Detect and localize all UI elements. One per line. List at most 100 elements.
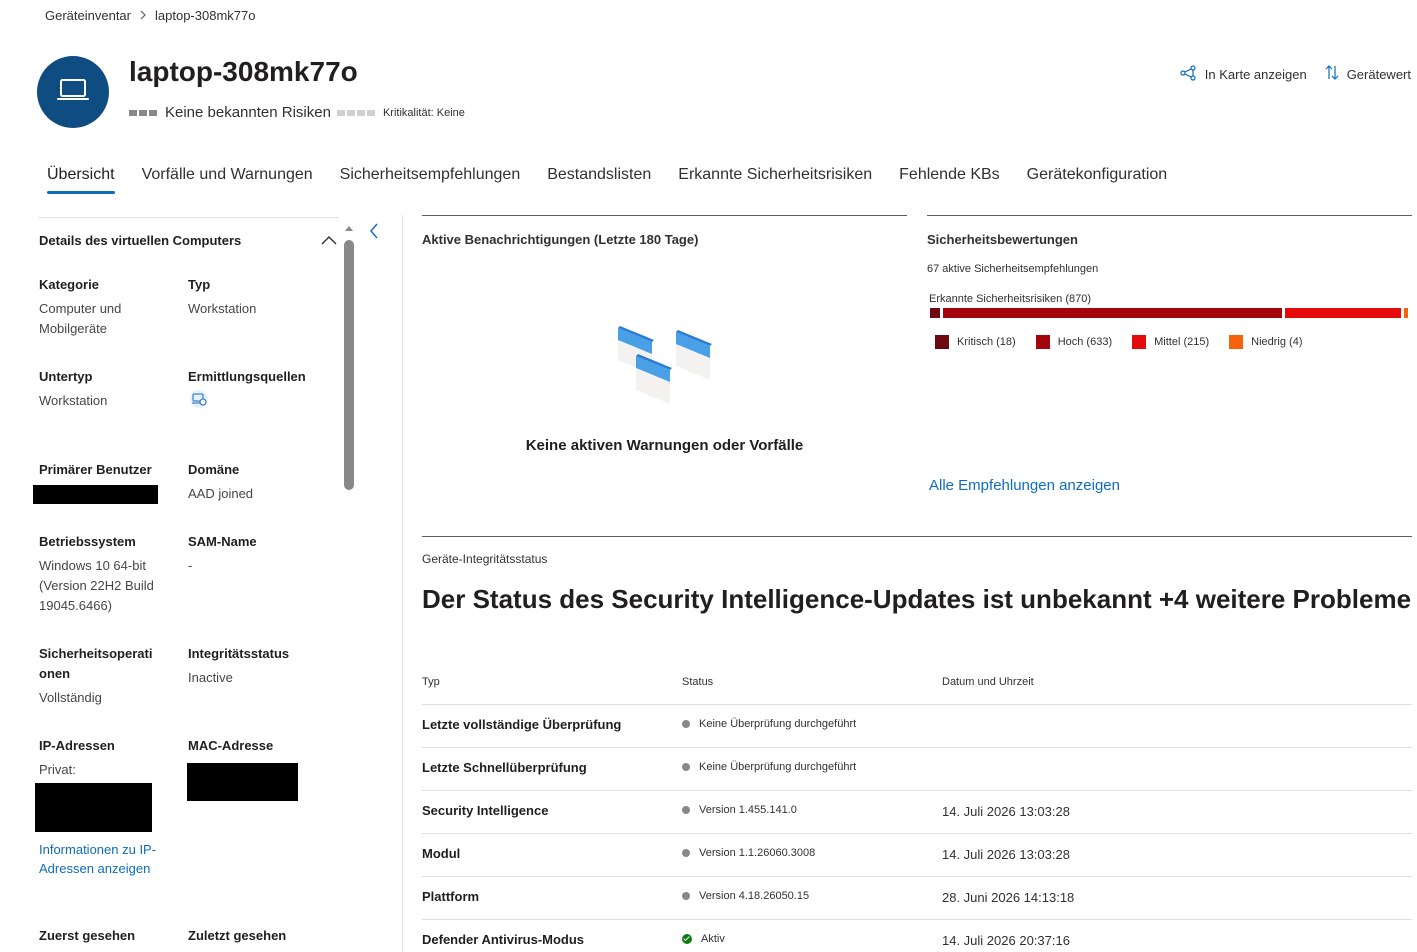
legend-critical: Kritisch (18) [935, 335, 1016, 349]
row-date: 14. Juli 2026 13:03:28 [942, 847, 1070, 862]
header-actions: In Karte anzeigen Gerätewert [1180, 64, 1411, 84]
detected-risks-label: Erkannte Sicherheitsrisiken (870) [929, 293, 1092, 305]
row-status: Keine Überprüfung durchgeführt [682, 718, 856, 730]
table-row[interactable]: Plattform Version 4.18.26050.15 28. Juni 2… [422, 876, 1412, 919]
risk-level-indicator [129, 109, 157, 116]
ip-info-link[interactable]: Informationen zu IP-Adressen anzeigen [39, 840, 159, 878]
col-header-status[interactable]: Status [682, 676, 713, 688]
alerts-card-title: Aktive Benachrichtigungen (Letzte 180 Ta… [422, 232, 699, 247]
risk-bar-segment[interactable] [930, 308, 940, 318]
table-row[interactable]: Letzte Schnellüberprüfung Keine Überprüfu… [422, 747, 1412, 790]
row-status: Aktiv [682, 933, 725, 945]
row-date: 28. Juni 2026 14:13:18 [942, 890, 1075, 905]
scroll-up-arrow-icon[interactable] [345, 226, 353, 231]
field-untertyp: Untertyp Workstation [39, 369, 108, 408]
table-row[interactable]: Defender Antivirus-Modus Aktiv 14. Juli 20… [422, 919, 1412, 952]
device-avatar [37, 56, 109, 128]
active-recommendations-count: 67 aktive Sicherheitsempfehlungen [927, 263, 1099, 275]
tab-bestandslisten[interactable]: Bestandslisten [547, 166, 651, 194]
tab-uebersicht[interactable]: Übersicht [47, 166, 115, 194]
col-header-typ[interactable]: Typ [422, 676, 440, 688]
field-zuerst-gesehen: Zuerst gesehen [39, 928, 136, 943]
field-ip-adressen: IP-Adressen Privat: [39, 738, 115, 777]
row-date: 14. Juli 2026 13:03:28 [942, 804, 1070, 819]
field-zuletzt-gesehen: Zuletzt gesehen [188, 928, 287, 943]
tab-erkannte-sicherheitsrisiken[interactable]: Erkannte Sicherheitsrisiken [678, 166, 872, 194]
row-date: 14. Juli 2026 20:37:16 [942, 933, 1070, 948]
legend-swatch [1035, 335, 1050, 349]
risk-bar-segment[interactable] [1285, 308, 1401, 318]
vm-details-title: Details des virtuellen Computers [39, 233, 242, 248]
health-headline: Der Status des Security Intelligence-Upd… [422, 584, 1412, 614]
chevron-up-icon[interactable] [321, 232, 337, 250]
device-value-button[interactable]: Gerätewert [1325, 64, 1411, 84]
legend-low: Niedrig (4) [1229, 335, 1303, 349]
alerts-card-border [422, 215, 907, 216]
left-panel-scrollbar[interactable] [342, 223, 356, 952]
breadcrumb-current: laptop-308mk77o [155, 8, 256, 23]
risk-legend: Kritisch (18) Hoch (633) Mittel (215) Ni… [935, 335, 1303, 349]
row-status: Version 4.18.26050.15 [682, 890, 809, 902]
health-section-border [422, 536, 1412, 537]
field-ermittlungsquellen: Ermittlungsquellen [188, 367, 306, 415]
discovery-source-icon[interactable] [188, 389, 306, 415]
risk-bar-segment[interactable] [1403, 308, 1408, 318]
success-check-icon [682, 934, 692, 944]
legend-swatch [1229, 335, 1244, 349]
breadcrumb: Geräteinventar laptop-308mk77o [45, 8, 255, 23]
field-integritaetsstatus: Integritätsstatus Inactive [188, 646, 290, 685]
tab-fehlende-kbs[interactable]: Fehlende KBs [899, 166, 1000, 194]
laptop-icon [56, 77, 90, 108]
status-dot-icon [682, 892, 690, 900]
row-type: Defender Antivirus-Modus [422, 932, 585, 947]
sort-arrows-icon [1325, 64, 1339, 84]
tab-bar: Übersicht Vorfälle und Warnungen Sicherh… [47, 166, 1167, 194]
criticality-text: Kritikalität: Keine [382, 106, 465, 119]
redacted-user [33, 485, 158, 504]
redacted-mac [187, 763, 298, 801]
tab-geraetekonfiguration[interactable]: Gerätekonfiguration [1027, 166, 1168, 194]
row-status: Version 1.455.141.0 [682, 804, 797, 816]
health-table-header: Typ Status Datum und Uhrzeit [422, 676, 1412, 704]
field-typ: Typ Workstation [188, 277, 257, 316]
collapse-panel-icon[interactable] [368, 222, 380, 245]
field-betriebssystem: Betriebssystem Windows 10 64-bit (Versio… [39, 534, 154, 613]
security-card-title: Sicherheitsbewertungen [927, 232, 1078, 247]
table-row[interactable]: Modul Version 1.1.26060.3008 14. Juli 2026… [422, 833, 1412, 876]
risk-summary: Keine bekannten Risiken Kritikalität: Ke… [129, 104, 465, 121]
risk-bar-segment[interactable] [942, 308, 1283, 318]
field-sicherheitsoperationen: Sicherheitsoperationen Vollständig [39, 646, 153, 705]
security-card-border [927, 215, 1412, 216]
row-type: Security Intelligence [422, 803, 549, 818]
panel-divider [402, 215, 403, 952]
field-mac-adresse: MAC-Adresse [188, 738, 274, 753]
row-type: Modul [422, 846, 461, 861]
map-graph-icon [1180, 64, 1197, 84]
status-dot-icon [682, 720, 690, 728]
risk-severity-bar [930, 308, 1408, 318]
show-in-map-button[interactable]: In Karte anzeigen [1180, 64, 1307, 84]
tab-vorfaelle-warnungen[interactable]: Vorfälle und Warnungen [142, 166, 313, 194]
field-sam-name: SAM-Name - [188, 534, 257, 573]
tab-sicherheitsempfehlungen[interactable]: Sicherheitsempfehlungen [340, 166, 521, 194]
row-type: Letzte vollständige Überprüfung [422, 717, 622, 732]
col-header-datum[interactable]: Datum und Uhrzeit [942, 676, 1034, 688]
table-row[interactable]: Security Intelligence Version 1.455.141.0… [422, 790, 1412, 833]
breadcrumb-parent[interactable]: Geräteinventar [45, 8, 131, 23]
all-recommendations-link[interactable]: Alle Empfehlungen anzeigen [929, 477, 1120, 494]
vm-details-panel: Details des virtuellen Computers Kategor… [33, 217, 339, 952]
table-row[interactable]: Letzte vollständige Überprüfung Keine Übe… [422, 704, 1412, 747]
row-status: Keine Überprüfung durchgeführt [682, 761, 856, 773]
risk-text: Keine bekannten Risiken [165, 104, 331, 121]
legend-high: Hoch (633) [1035, 335, 1112, 349]
empty-alerts-illustration-icon [612, 322, 716, 413]
legend-medium: Mittel (215) [1132, 335, 1209, 349]
row-type: Plattform [422, 889, 480, 904]
status-dot-icon [682, 763, 690, 771]
field-primaerer-benutzer: Primärer Benutzer [39, 462, 152, 477]
legend-swatch [935, 335, 949, 349]
scrollbar-thumb[interactable] [344, 240, 354, 490]
no-alerts-text: Keine aktiven Warnungen oder Vorfälle [525, 437, 804, 454]
row-type: Letzte Schnellüberprüfung [422, 760, 587, 775]
row-status: Version 1.1.26060.3008 [682, 847, 815, 859]
